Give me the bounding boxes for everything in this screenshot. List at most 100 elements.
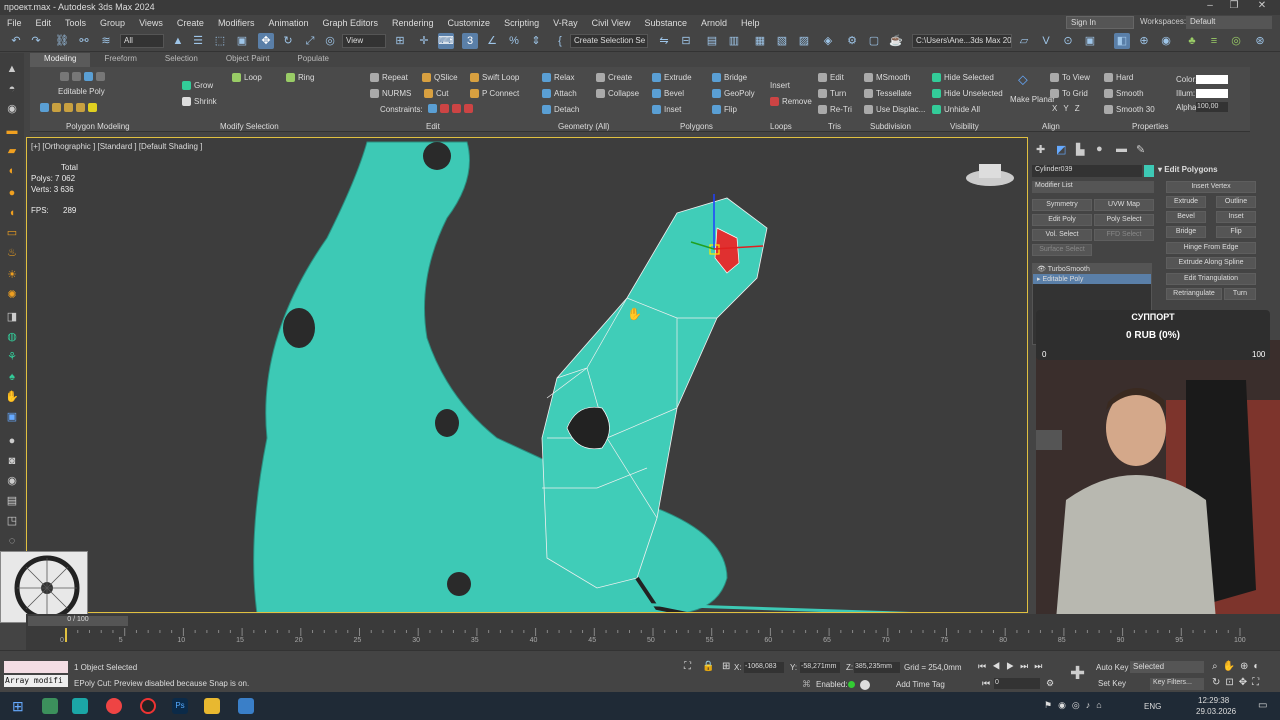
edit-polygons-rollout[interactable]: ▾ Edit Polygons [1158,165,1218,174]
keyboard-shortcut-icon[interactable]: ⌨ [438,33,454,49]
hierarchy-tab-icon[interactable]: ▙ [1076,143,1084,156]
material-editor-icon[interactable]: ◈ [820,33,836,49]
nurms-button[interactable]: NURMS [370,89,411,98]
group-properties[interactable]: Properties [1132,122,1168,131]
render-region-icon[interactable]: ◉ [4,473,20,489]
time-config-icon[interactable]: ⚙ [1046,678,1054,689]
group-loops[interactable]: Loops [770,122,792,131]
tree-icon[interactable]: ♠ [4,369,20,385]
cut-tool-icon[interactable]: ▰ [4,143,20,159]
bend-icon[interactable]: ◖ [4,205,20,221]
vray-toolbar-icon[interactable]: ◧ [1114,33,1130,49]
vray-frame-icon[interactable]: ▣ [1082,33,1098,49]
explorer-icon[interactable] [204,698,220,714]
photoshop-icon[interactable]: Ps [172,698,188,714]
maxscript-input[interactable]: Array modifi [4,675,68,687]
redo-icon[interactable]: ↷ [28,33,44,49]
enabled-indicator[interactable] [848,681,855,688]
move-icon[interactable]: ✥ [258,33,274,49]
p-connect-button[interactable]: P Connect [470,89,519,98]
light-icon[interactable]: ☀ [4,267,20,283]
vol-select-button[interactable]: Vol. Select [1032,229,1092,241]
flare-icon[interactable]: ✺ [4,287,20,303]
tessellate-button[interactable]: Tessellate [864,89,912,98]
relax-button[interactable]: Relax [542,73,574,82]
viewport-nav-icons-2[interactable]: ↻⊡✥⛶ [1212,677,1264,688]
clock-date[interactable]: 29.03.2026 [1196,707,1236,716]
hide-unselected-button[interactable]: Hide Unselected [932,89,1003,98]
utilities-tab-icon[interactable]: ✎ [1136,143,1145,156]
rotate-icon[interactable]: ↻ [280,33,296,49]
vray-icon[interactable]: V [1038,33,1054,49]
undo-icon[interactable]: ↶ [8,33,24,49]
key-filters-button[interactable]: Key Filters... [1150,678,1204,690]
absolute-mode-icon[interactable]: ⊞ [722,661,730,672]
cp-flip-button[interactable]: Flip [1216,226,1256,238]
cut-button[interactable]: Cut [424,89,448,98]
sun-position-icon[interactable]: ◌ [4,533,20,549]
cp-extrude-button[interactable]: Extrude [1166,196,1206,208]
cp-bridge-button[interactable]: Bridge [1166,226,1206,238]
clock-time[interactable]: 12:29:38 [1198,696,1229,705]
viewport-nav-icons[interactable]: ⌕✋⊕◐ [1212,661,1264,672]
symmetry-button[interactable]: Symmetry [1032,199,1092,211]
scatter-icon[interactable]: ⚘ [4,349,20,365]
grow-button[interactable]: Grow [182,81,213,90]
key-mode-icon[interactable]: ⏮ [982,678,990,689]
mirror-icon[interactable]: ⇋ [656,33,672,49]
tab-freeform[interactable]: Freeform [90,53,150,67]
unlink-icon[interactable]: ⚯ [76,33,92,49]
notifications-icon[interactable]: ▭ [1258,700,1267,711]
close-icon[interactable]: ✕ [1248,0,1276,15]
tab-modeling[interactable]: Modeling [30,53,91,67]
uvw-map-button[interactable]: UVW Map [1094,199,1154,211]
system-tray-icons[interactable]: ⚑◉◎♪⌂ [1044,700,1108,711]
hide-selected-button[interactable]: Hide Selected [932,73,994,82]
group-geometry[interactable]: Geometry (All) [558,122,610,131]
language-indicator[interactable]: ENG [1144,702,1161,711]
3dsmax-taskbar-icon[interactable] [72,698,88,714]
time-slider[interactable]: 0 / 100 [28,616,128,626]
image-viewer-icon[interactable] [238,698,254,714]
poly-select-button[interactable]: Poly Select [1094,214,1154,226]
ffd-select-button[interactable]: FFD Select [1094,229,1154,241]
modify-panel-icon[interactable]: ◓ [4,81,20,97]
add-time-tag[interactable]: Add Time Tag [896,680,945,689]
edit-named-selection-icon[interactable]: { [552,33,568,49]
smooth30-button[interactable]: Smooth 30 [1104,105,1155,114]
spinner-snap-icon[interactable]: ⇕ [528,33,544,49]
repeat-button[interactable]: Repeat [370,73,408,82]
hand-icon[interactable]: ✋ [4,389,20,405]
ribbon-toggle-icon[interactable]: ▦ [752,33,768,49]
tab-populate[interactable]: Populate [283,53,343,67]
y-coordinate[interactable]: -58,271mm [800,662,840,673]
tris-edit-button[interactable]: Edit [818,73,844,82]
isolate-icon[interactable]: ⛶ [684,661,691,672]
playback-controls[interactable]: ⏮◀▶⏭⏭ [978,661,1048,672]
collapse-button[interactable]: Collapse [596,89,639,98]
chrome-icon[interactable] [106,698,122,714]
bind-space-warp-icon[interactable]: ≋ [98,33,114,49]
attach-button[interactable]: Attach [542,89,577,98]
select-by-name-icon[interactable]: ☰ [190,33,206,49]
insert-button[interactable]: Insert [770,81,790,90]
use-displacement-button[interactable]: Use Displac... [864,105,925,114]
layer-explorer-icon[interactable]: ▥ [726,33,742,49]
to-view-button[interactable]: To View [1050,73,1090,82]
key-set-select[interactable]: Selected [1130,661,1204,673]
shell-icon[interactable]: ◐ [4,163,20,179]
current-frame[interactable]: 0 [994,678,1040,689]
tris-turn-button[interactable]: Turn [818,89,846,98]
vertex-mode-icon[interactable] [60,72,105,81]
arnold-render-icon[interactable]: ◉ [1158,33,1174,49]
menu-views[interactable]: Views [132,18,170,28]
vray-render-icon[interactable]: ⊙ [1060,33,1076,49]
ring-button[interactable]: Ring [286,73,314,82]
scale-icon[interactable]: ⤢ [302,33,318,49]
make-planar-button[interactable]: Make Planar [1010,95,1055,104]
stack-item-editable-poly[interactable]: ▸ Editable Poly [1033,274,1151,284]
globe-icon[interactable]: ⊛ [1252,33,1268,49]
alpha-input[interactable]: 100,00 [1196,102,1228,112]
camera-icon[interactable]: ◙ [4,453,20,469]
retri-button[interactable]: Re-Tri [818,105,852,114]
